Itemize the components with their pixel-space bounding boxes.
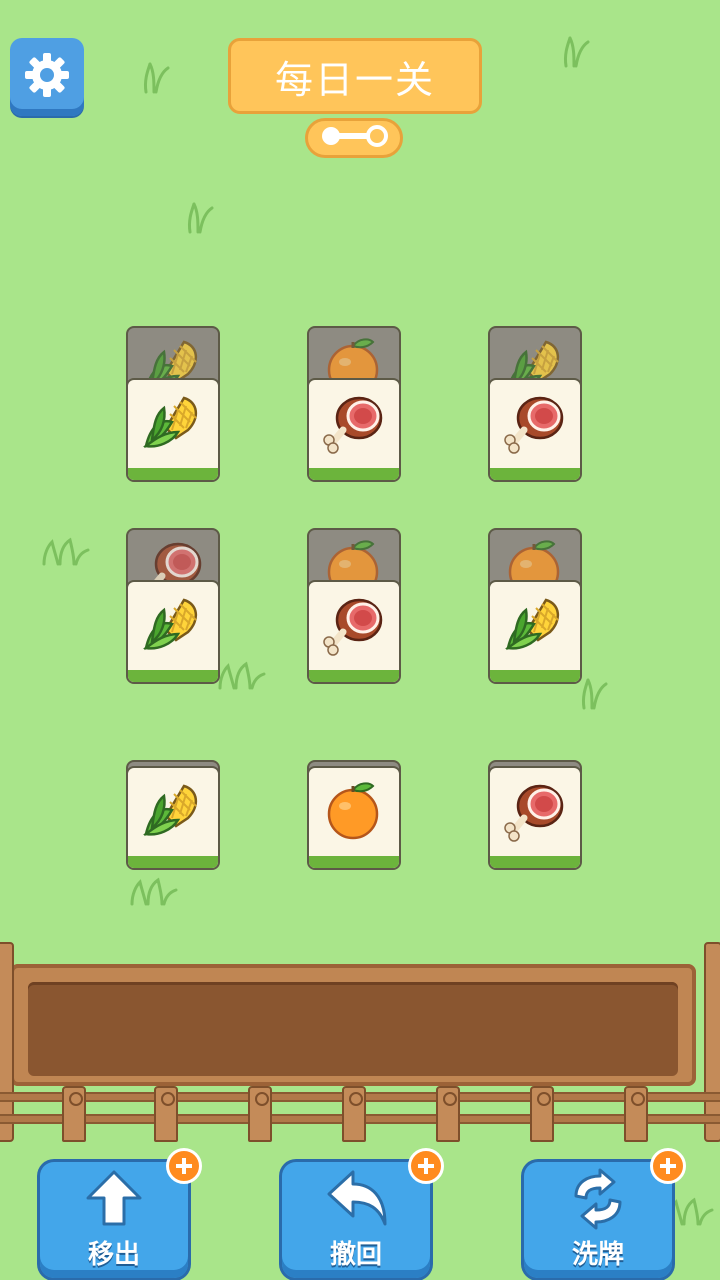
fence-post [530, 1086, 554, 1142]
grass-decoration [40, 532, 90, 566]
page-title: 每日一关 [274, 57, 435, 102]
shuffle-button[interactable]: 洗牌 [524, 1148, 686, 1278]
level-progress-icon [319, 124, 389, 152]
shuffle-icon [524, 1168, 672, 1230]
plus-icon[interactable] [650, 1148, 686, 1184]
ham-icon [500, 388, 570, 462]
undo-label: 撤回 [329, 1240, 382, 1270]
grass-decoration [128, 872, 178, 906]
game-tile[interactable] [488, 766, 582, 870]
corn-icon [138, 388, 208, 462]
fence-post [704, 942, 720, 1142]
undo-icon [282, 1168, 430, 1230]
fence-post [436, 1086, 460, 1142]
game-tile[interactable] [488, 580, 582, 684]
level-title-banner: 每日一关 [228, 38, 482, 114]
fence-post [62, 1086, 86, 1142]
arrow-up-icon [40, 1168, 188, 1228]
fence-post [624, 1086, 648, 1142]
ham-icon [319, 388, 389, 462]
move-out-label: 移出 [87, 1240, 140, 1270]
move-out-button[interactable]: 移出 [40, 1148, 202, 1278]
fence-post [0, 942, 14, 1142]
grass-decoration [186, 200, 216, 234]
corn-icon [138, 590, 208, 664]
game-tile[interactable] [488, 378, 582, 482]
fence-post [342, 1086, 366, 1142]
grass-decoration [580, 676, 610, 710]
grass-decoration [142, 60, 172, 94]
gear-icon [22, 50, 72, 104]
grass-decoration [562, 34, 592, 68]
plus-icon[interactable] [166, 1148, 202, 1184]
grass-decoration [216, 656, 266, 690]
game-tile[interactable] [126, 580, 220, 684]
corn-icon [500, 590, 570, 664]
plus-icon[interactable] [408, 1148, 444, 1184]
orange-icon [319, 776, 389, 850]
game-tile[interactable] [307, 580, 401, 684]
fence-post [154, 1086, 178, 1142]
corn-icon [138, 776, 208, 850]
ham-icon [500, 776, 570, 850]
game-tile[interactable] [307, 378, 401, 482]
settings-button[interactable] [10, 38, 84, 116]
tray-slot-area [28, 982, 678, 1076]
level-progress-indicator [305, 118, 403, 158]
ham-icon [319, 590, 389, 664]
undo-button[interactable]: 撤回 [282, 1148, 444, 1278]
fence-post [248, 1086, 272, 1142]
shuffle-label: 洗牌 [571, 1240, 624, 1270]
game-tile[interactable] [126, 378, 220, 482]
game-tile[interactable] [126, 766, 220, 870]
game-tile[interactable] [307, 766, 401, 870]
